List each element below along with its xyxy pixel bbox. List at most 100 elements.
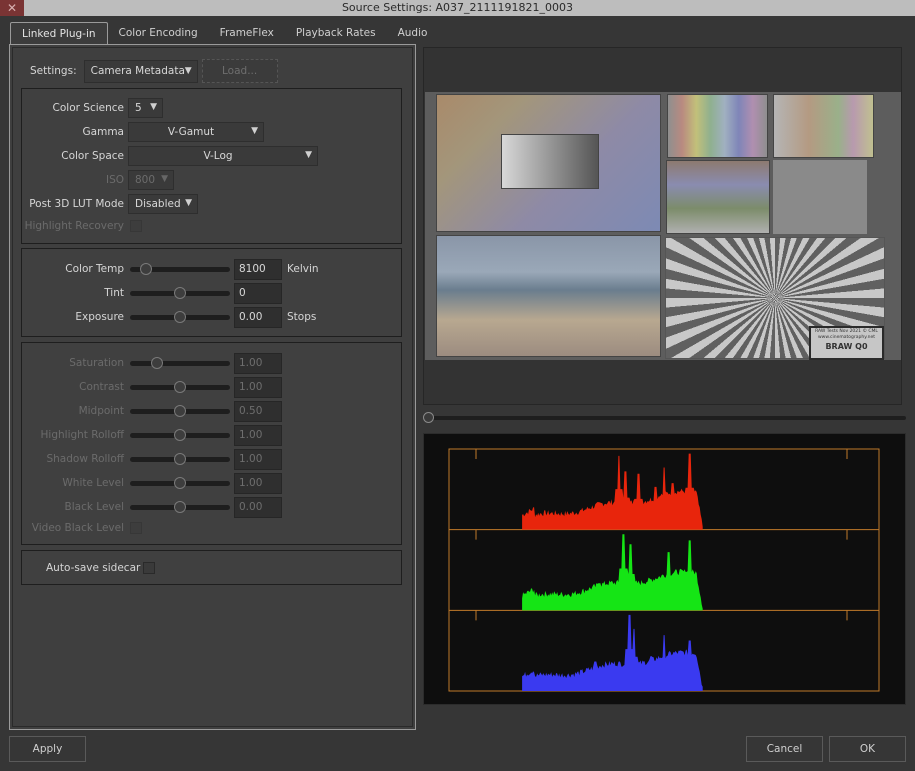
chevron-down-icon: ▼ bbox=[150, 102, 157, 112]
black-level-input[interactable]: 0.00 bbox=[234, 496, 282, 518]
tint-input[interactable]: 0 bbox=[234, 282, 282, 304]
slider-handle[interactable] bbox=[151, 357, 163, 369]
highlight-recovery-row: Highlight Recovery bbox=[22, 216, 142, 236]
black-level-label: Black Level bbox=[64, 501, 124, 513]
color-temp-label: Color Temp bbox=[65, 263, 124, 275]
white-balance-group: Color Temp 8100 Kelvin Tint 0 Exposure 0… bbox=[21, 248, 402, 337]
exposure-input[interactable]: 0.00 bbox=[234, 306, 282, 328]
slider-handle[interactable] bbox=[174, 381, 186, 393]
load-button[interactable]: Load... bbox=[201, 59, 278, 83]
iso-label: ISO bbox=[105, 174, 124, 186]
video-black-level-label: Video Black Level bbox=[31, 522, 124, 534]
white-level-input[interactable]: 1.00 bbox=[234, 472, 282, 494]
white-level-label: White Level bbox=[62, 477, 124, 489]
gamma-dropdown[interactable]: V-Gamut ▼ bbox=[128, 122, 264, 142]
tab-color-encoding[interactable]: Color Encoding bbox=[108, 22, 209, 45]
color-science-dropdown[interactable]: 5 ▼ bbox=[128, 98, 163, 118]
color-science-value: 5 bbox=[135, 102, 142, 114]
color-space-dropdown[interactable]: V-Log ▼ bbox=[128, 146, 318, 166]
scrubber-handle[interactable] bbox=[423, 412, 434, 423]
slider-handle[interactable] bbox=[174, 477, 186, 489]
color-space-row: Color Space V-Log ▼ bbox=[22, 146, 318, 166]
highlight-rolloff-input[interactable]: 1.00 bbox=[234, 424, 282, 446]
white-level-slider[interactable] bbox=[130, 473, 230, 493]
midpoint-row: Midpoint 0.50 bbox=[22, 400, 282, 422]
slider-handle[interactable] bbox=[174, 429, 186, 441]
preview-image: RAW Tests Nov 2021 © CML www.cinematogra… bbox=[425, 92, 901, 360]
color-temp-unit: Kelvin bbox=[287, 263, 319, 275]
color-temp-input[interactable]: 8100 bbox=[234, 258, 282, 280]
histogram-svg bbox=[448, 448, 880, 692]
tint-row: Tint 0 bbox=[22, 282, 282, 304]
color-space-value: V-Log bbox=[203, 150, 233, 162]
tab-linked-plug-in[interactable]: Linked Plug-in bbox=[10, 22, 108, 45]
macbeth-chart bbox=[666, 160, 770, 234]
apply-button[interactable]: Apply bbox=[9, 736, 86, 762]
chevron-down-icon: ▼ bbox=[251, 126, 258, 136]
preview-viewer: RAW Tests Nov 2021 © CML www.cinematogra… bbox=[423, 47, 902, 405]
highlight-recovery-checkbox[interactable] bbox=[130, 220, 142, 232]
color-science-row: Color Science 5 ▼ bbox=[22, 98, 163, 118]
slider-handle[interactable] bbox=[174, 453, 186, 465]
slider-handle[interactable] bbox=[174, 405, 186, 417]
chevron-down-icon: ▼ bbox=[161, 174, 168, 184]
title-bar: Source Settings: A037_2111191821_0003 ✕ bbox=[0, 0, 915, 16]
saturation-input[interactable]: 1.00 bbox=[234, 352, 282, 374]
black-level-slider[interactable] bbox=[130, 497, 230, 517]
shadow-rolloff-input[interactable]: 1.00 bbox=[234, 448, 282, 470]
iso-row: ISO 800 ▼ bbox=[22, 170, 174, 190]
contrast-input[interactable]: 1.00 bbox=[234, 376, 282, 398]
timeline-scrubber[interactable] bbox=[423, 411, 906, 425]
exposure-row: Exposure 0.00 Stops bbox=[22, 306, 317, 328]
cancel-button[interactable]: Cancel bbox=[746, 736, 823, 762]
highlight-rolloff-label: Highlight Rolloff bbox=[40, 429, 124, 441]
contrast-label: Contrast bbox=[79, 381, 124, 393]
ok-button[interactable]: OK bbox=[829, 736, 906, 762]
slider-handle[interactable] bbox=[174, 501, 186, 513]
iso-dropdown[interactable]: 800 ▼ bbox=[128, 170, 174, 190]
highlight-rolloff-slider[interactable] bbox=[130, 425, 230, 445]
saturation-slider[interactable] bbox=[130, 353, 230, 373]
slider-handle[interactable] bbox=[174, 287, 186, 299]
tab-frameflex[interactable]: FrameFlex bbox=[209, 22, 285, 45]
slate: RAW Tests Nov 2021 © CML www.cinematogra… bbox=[809, 326, 884, 360]
post-lut-value: Disabled bbox=[135, 198, 181, 210]
auto-save-checkbox[interactable] bbox=[143, 562, 156, 574]
color-checker-top bbox=[667, 94, 768, 158]
post-lut-row: Post 3D LUT Mode Disabled ▼ bbox=[22, 194, 198, 214]
slider-handle[interactable] bbox=[174, 311, 186, 323]
color-temp-slider[interactable] bbox=[130, 259, 230, 279]
exposure-slider[interactable] bbox=[130, 307, 230, 327]
video-black-level-row: Video Black Level bbox=[22, 518, 142, 538]
iso-value: 800 bbox=[135, 174, 156, 186]
exposure-unit: Stops bbox=[287, 311, 317, 323]
highlight-recovery-label: Highlight Recovery bbox=[24, 220, 124, 232]
black-level-row: Black Level 0.00 bbox=[22, 496, 282, 518]
shadow-rolloff-slider[interactable] bbox=[130, 449, 230, 469]
auto-save-row: Auto-save sidecar bbox=[46, 558, 156, 578]
settings-value: Camera Metadata bbox=[90, 65, 185, 77]
tab-playback-rates[interactable]: Playback Rates bbox=[285, 22, 387, 45]
video-black-level-checkbox[interactable] bbox=[130, 522, 142, 534]
slider-handle[interactable] bbox=[140, 263, 152, 275]
settings-dropdown[interactable]: Camera Metadata ▼ bbox=[83, 59, 198, 83]
skin-chart bbox=[773, 94, 874, 158]
midpoint-input[interactable]: 0.50 bbox=[234, 400, 282, 422]
auto-save-label: Auto-save sidecar bbox=[46, 562, 141, 574]
slate-label: BRAW Q0 bbox=[825, 342, 868, 351]
rgb-histogram bbox=[423, 433, 906, 705]
tab-audio[interactable]: Audio bbox=[387, 22, 439, 45]
chevron-down-icon: ▼ bbox=[185, 198, 192, 208]
midpoint-slider[interactable] bbox=[130, 401, 230, 421]
settings-label: Settings: bbox=[30, 65, 77, 77]
portrait-photo bbox=[436, 235, 661, 357]
post-lut-label: Post 3D LUT Mode bbox=[29, 198, 124, 210]
decode-group: Color Science 5 ▼ Gamma V-Gamut ▼ Color … bbox=[21, 88, 402, 244]
post-lut-dropdown[interactable]: Disabled ▼ bbox=[128, 194, 198, 214]
color-space-label: Color Space bbox=[61, 150, 124, 162]
tint-slider[interactable] bbox=[130, 283, 230, 303]
contrast-slider[interactable] bbox=[130, 377, 230, 397]
scrubber-track[interactable] bbox=[431, 416, 906, 420]
close-icon[interactable]: ✕ bbox=[0, 0, 24, 16]
white-level-row: White Level 1.00 bbox=[22, 472, 282, 494]
